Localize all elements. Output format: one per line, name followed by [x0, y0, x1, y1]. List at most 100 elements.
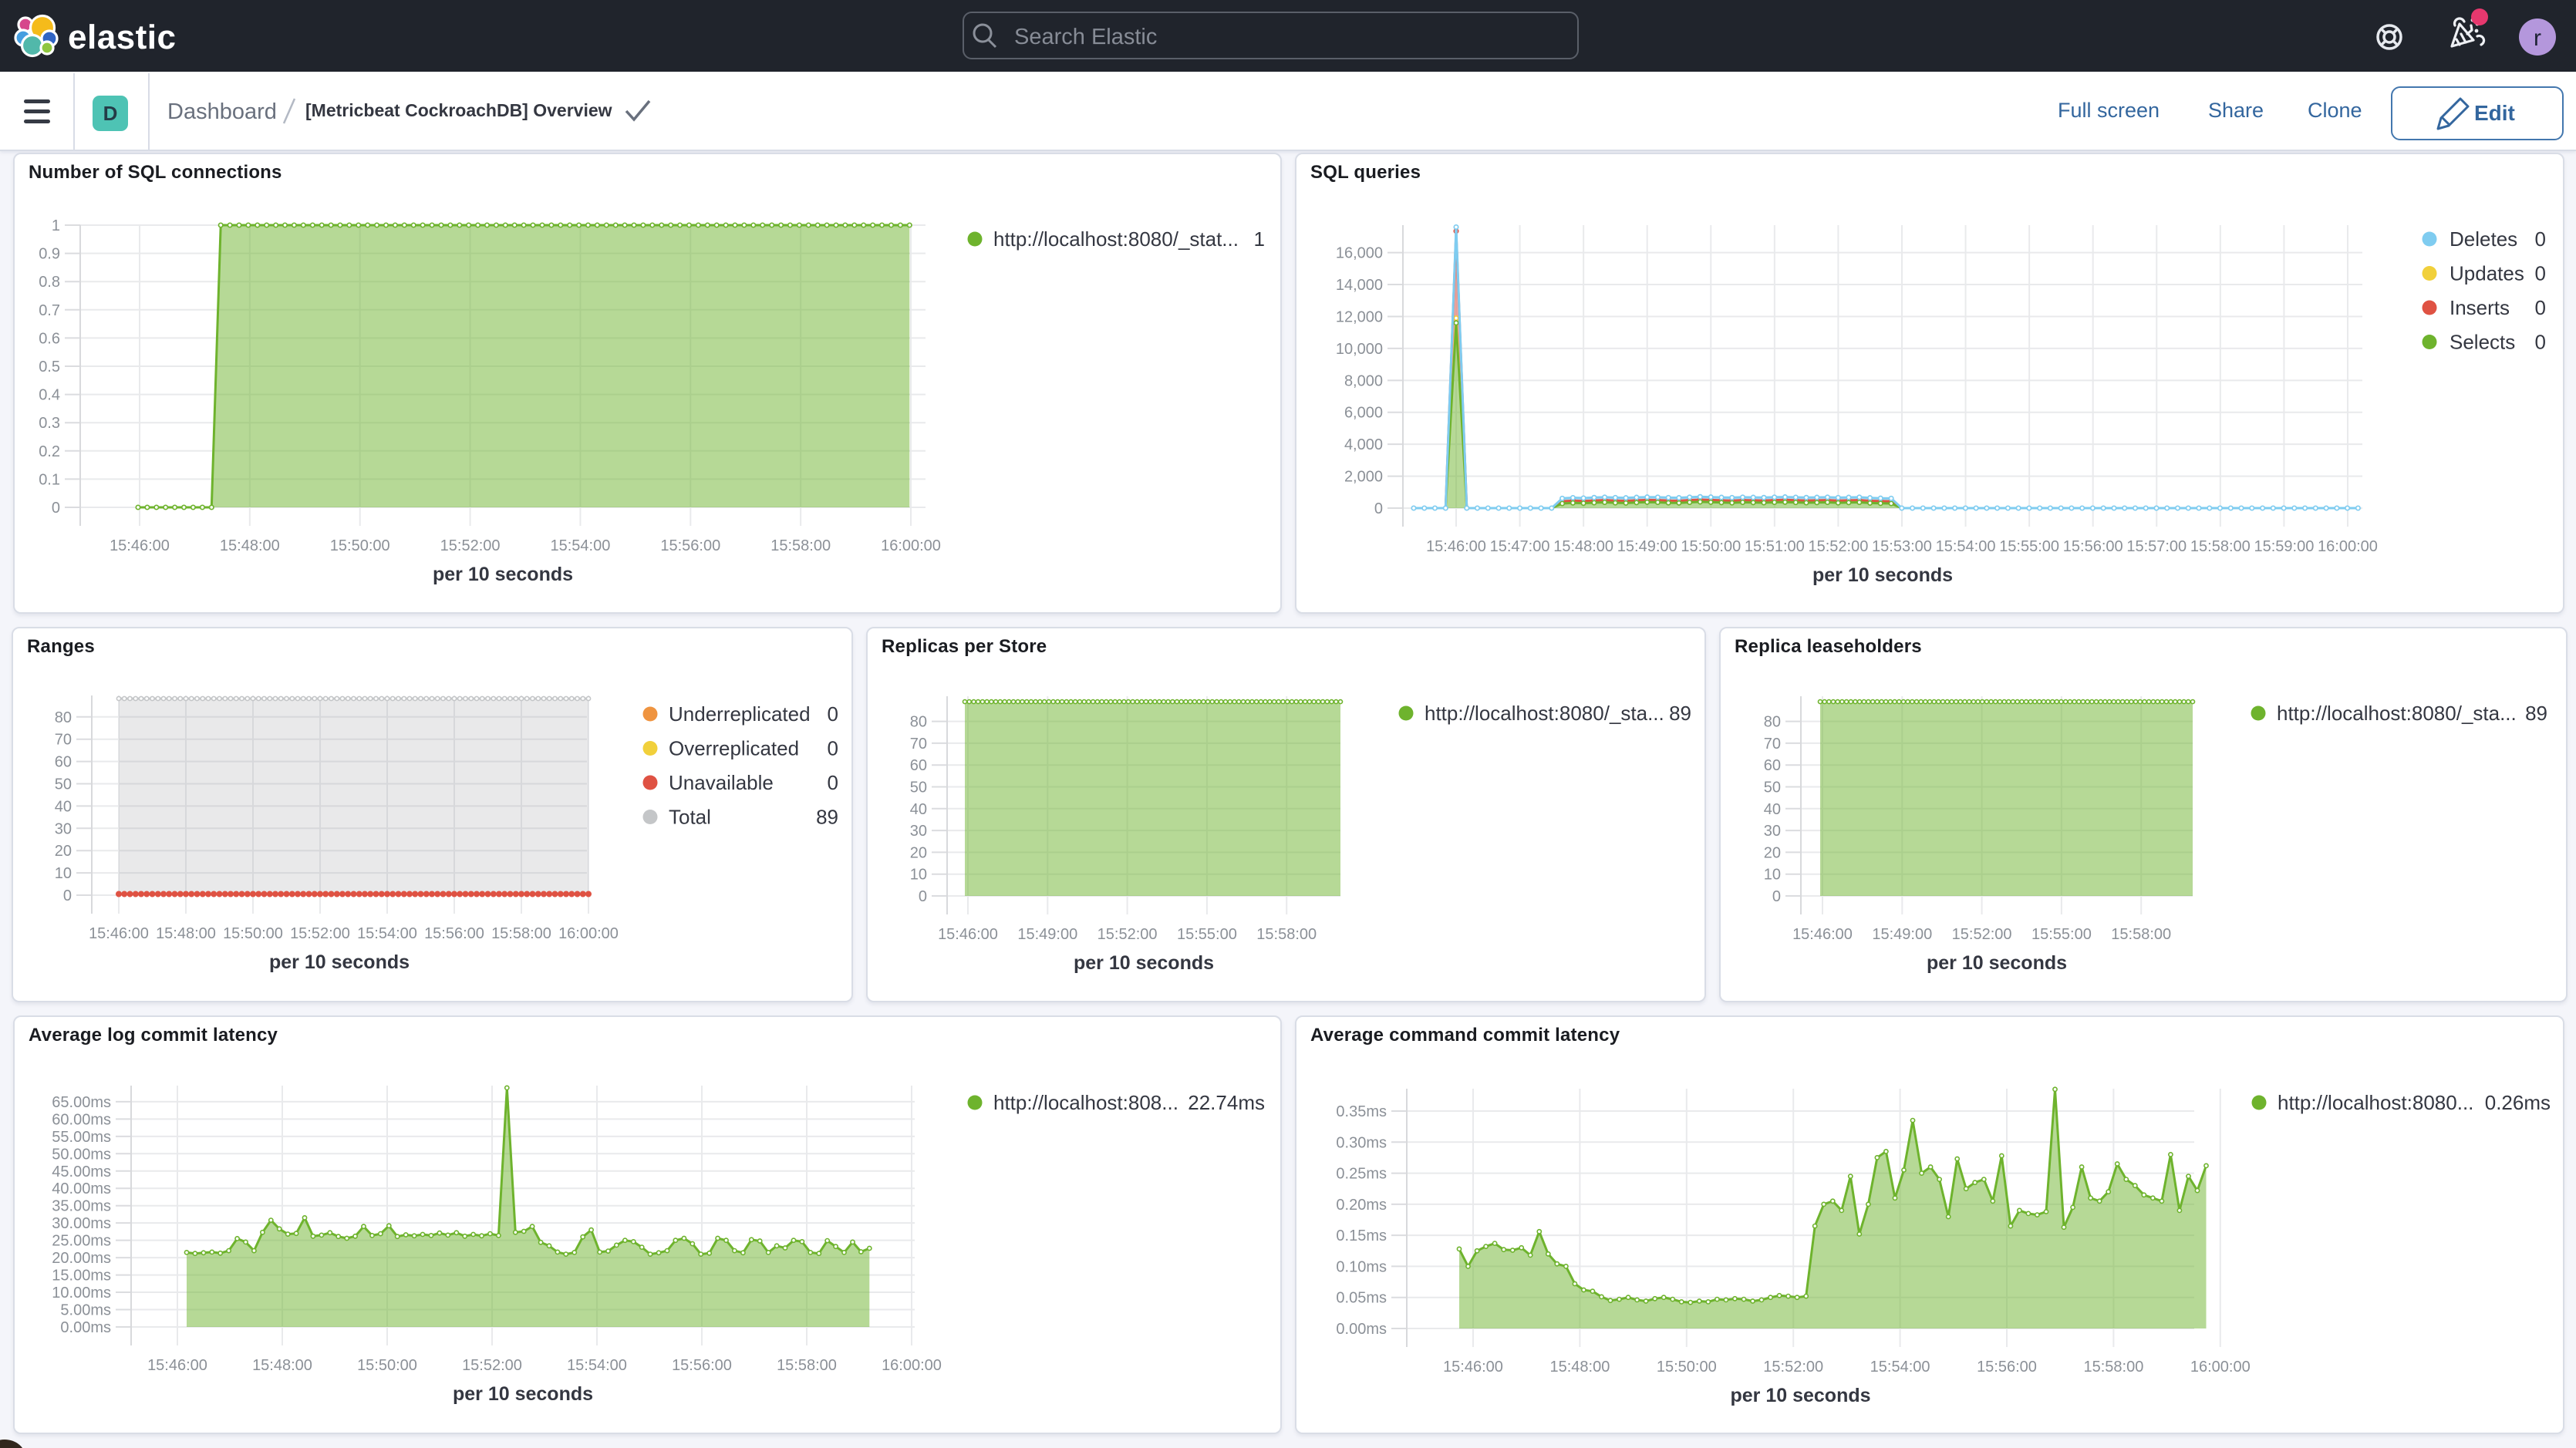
svg-text:10.00ms: 10.00ms: [52, 1285, 111, 1302]
svg-text:55.00ms: 55.00ms: [52, 1129, 111, 1146]
svg-text:15:47:00: 15:47:00: [1490, 538, 1550, 555]
svg-text:http://localhost:8080/_stat...: http://localhost:8080/_stat...: [993, 227, 1239, 251]
svg-text:per 10 seconds: per 10 seconds: [453, 1383, 593, 1405]
svg-text:15:52:00: 15:52:00: [440, 537, 501, 554]
svg-text:15:56:00: 15:56:00: [424, 925, 484, 942]
svg-text:0.2: 0.2: [39, 443, 60, 460]
svg-text:10: 10: [55, 865, 72, 882]
svg-text:15:48:00: 15:48:00: [1549, 1359, 1610, 1376]
svg-text:15:46:00: 15:46:00: [1792, 926, 1853, 943]
svg-text:15:52:00: 15:52:00: [1097, 926, 1158, 943]
svg-text:15:46:00: 15:46:00: [938, 926, 998, 943]
svg-text:70: 70: [55, 732, 72, 749]
svg-text:0.1: 0.1: [39, 471, 60, 488]
svg-text:15:50:00: 15:50:00: [357, 1357, 417, 1374]
svg-text:0.4: 0.4: [39, 387, 60, 404]
svg-text:15:50:00: 15:50:00: [1681, 538, 1741, 555]
svg-text:0.30ms: 0.30ms: [1336, 1134, 1387, 1151]
svg-text:10,000: 10,000: [1336, 341, 1383, 358]
svg-text:4,000: 4,000: [1344, 436, 1383, 453]
svg-text:15:54:00: 15:54:00: [1936, 538, 1996, 555]
svg-text:89: 89: [816, 806, 838, 829]
svg-text:Total: Total: [669, 806, 711, 829]
svg-text:0.00ms: 0.00ms: [1336, 1321, 1387, 1338]
svg-text:80: 80: [910, 714, 927, 731]
svg-text:15:52:00: 15:52:00: [1952, 926, 2012, 943]
svg-text:0: 0: [1772, 888, 1781, 905]
svg-text:15:48:00: 15:48:00: [1553, 538, 1613, 555]
svg-text:15:58:00: 15:58:00: [2190, 538, 2251, 555]
svg-text:per 10 seconds: per 10 seconds: [433, 564, 573, 585]
svg-text:15:54:00: 15:54:00: [357, 925, 417, 942]
svg-text:80: 80: [1764, 714, 1781, 731]
svg-text:0.3: 0.3: [39, 415, 60, 432]
svg-text:0.25ms: 0.25ms: [1336, 1166, 1387, 1183]
svg-text:15:58:00: 15:58:00: [777, 1357, 837, 1374]
svg-text:1: 1: [52, 217, 60, 234]
svg-text:25.00ms: 25.00ms: [52, 1233, 111, 1250]
svg-text:50.00ms: 50.00ms: [52, 1146, 111, 1163]
svg-text:0: 0: [2535, 262, 2546, 285]
svg-text:2,000: 2,000: [1344, 469, 1383, 486]
svg-text:0.6: 0.6: [39, 330, 60, 347]
svg-text:70: 70: [910, 736, 927, 753]
svg-text:0.26ms: 0.26ms: [2485, 1091, 2551, 1114]
svg-text:15:58:00: 15:58:00: [491, 925, 551, 942]
svg-text:20: 20: [910, 844, 927, 861]
svg-text:15:49:00: 15:49:00: [1617, 538, 1677, 555]
svg-text:15:56:00: 15:56:00: [672, 1357, 732, 1374]
svg-text:70: 70: [1764, 736, 1781, 753]
svg-text:0.8: 0.8: [39, 274, 60, 291]
svg-text:50: 50: [1764, 780, 1781, 796]
svg-text:15.00ms: 15.00ms: [52, 1268, 111, 1285]
svg-text:15:46:00: 15:46:00: [1426, 538, 1486, 555]
svg-text:15:46:00: 15:46:00: [110, 537, 170, 554]
svg-text:60: 60: [55, 754, 72, 771]
svg-text:15:48:00: 15:48:00: [156, 925, 216, 942]
svg-text:30: 30: [1764, 823, 1781, 840]
svg-text:Inserts: Inserts: [2450, 296, 2510, 319]
svg-text:15:54:00: 15:54:00: [1870, 1359, 1930, 1376]
svg-text:15:54:00: 15:54:00: [567, 1357, 627, 1374]
svg-text:16:00:00: 16:00:00: [882, 1357, 942, 1374]
svg-text:15:56:00: 15:56:00: [2063, 538, 2123, 555]
svg-text:50: 50: [55, 776, 72, 793]
svg-text:0.5: 0.5: [39, 359, 60, 375]
svg-text:http://localhost:8080/_sta...: http://localhost:8080/_sta...: [1425, 702, 1664, 725]
svg-text:15:52:00: 15:52:00: [1808, 538, 1868, 555]
svg-text:60: 60: [1764, 757, 1781, 774]
svg-text:15:48:00: 15:48:00: [252, 1357, 312, 1374]
svg-text:0.7: 0.7: [39, 302, 60, 319]
svg-text:15:49:00: 15:49:00: [1017, 926, 1077, 943]
svg-text:65.00ms: 65.00ms: [52, 1094, 111, 1111]
svg-text:15:50:00: 15:50:00: [330, 537, 390, 554]
svg-text:60.00ms: 60.00ms: [52, 1111, 111, 1128]
svg-text:0.9: 0.9: [39, 246, 60, 263]
svg-text:15:59:00: 15:59:00: [2254, 538, 2314, 555]
svg-text:15:55:00: 15:55:00: [1177, 926, 1237, 943]
svg-text:15:50:00: 15:50:00: [223, 925, 283, 942]
svg-text:Underreplicated: Underreplicated: [669, 702, 811, 726]
svg-text:15:50:00: 15:50:00: [1657, 1359, 1717, 1376]
svg-text:0.15ms: 0.15ms: [1336, 1227, 1387, 1244]
svg-text:6,000: 6,000: [1344, 405, 1383, 422]
svg-text:Deletes: Deletes: [2450, 227, 2517, 251]
svg-text:10: 10: [1764, 867, 1781, 884]
svg-text:0.35ms: 0.35ms: [1336, 1103, 1387, 1120]
svg-text:45.00ms: 45.00ms: [52, 1163, 111, 1180]
svg-text:elastic: elastic: [68, 19, 177, 56]
svg-text:0: 0: [63, 887, 72, 904]
svg-text:15:54:00: 15:54:00: [551, 537, 611, 554]
svg-text:30: 30: [55, 820, 72, 837]
svg-text:0.10ms: 0.10ms: [1336, 1258, 1387, 1275]
svg-text:30.00ms: 30.00ms: [52, 1215, 111, 1232]
svg-text:16:00:00: 16:00:00: [2318, 538, 2378, 555]
svg-text:15:51:00: 15:51:00: [1745, 538, 1805, 555]
svg-text:0: 0: [2535, 331, 2546, 354]
svg-text:0: 0: [52, 500, 60, 517]
svg-text:89: 89: [1669, 702, 1691, 725]
svg-text:http://localhost:808...: http://localhost:808...: [993, 1091, 1178, 1114]
svg-text:20: 20: [55, 843, 72, 860]
svg-text:89: 89: [2525, 702, 2547, 725]
svg-text:0: 0: [919, 888, 927, 905]
